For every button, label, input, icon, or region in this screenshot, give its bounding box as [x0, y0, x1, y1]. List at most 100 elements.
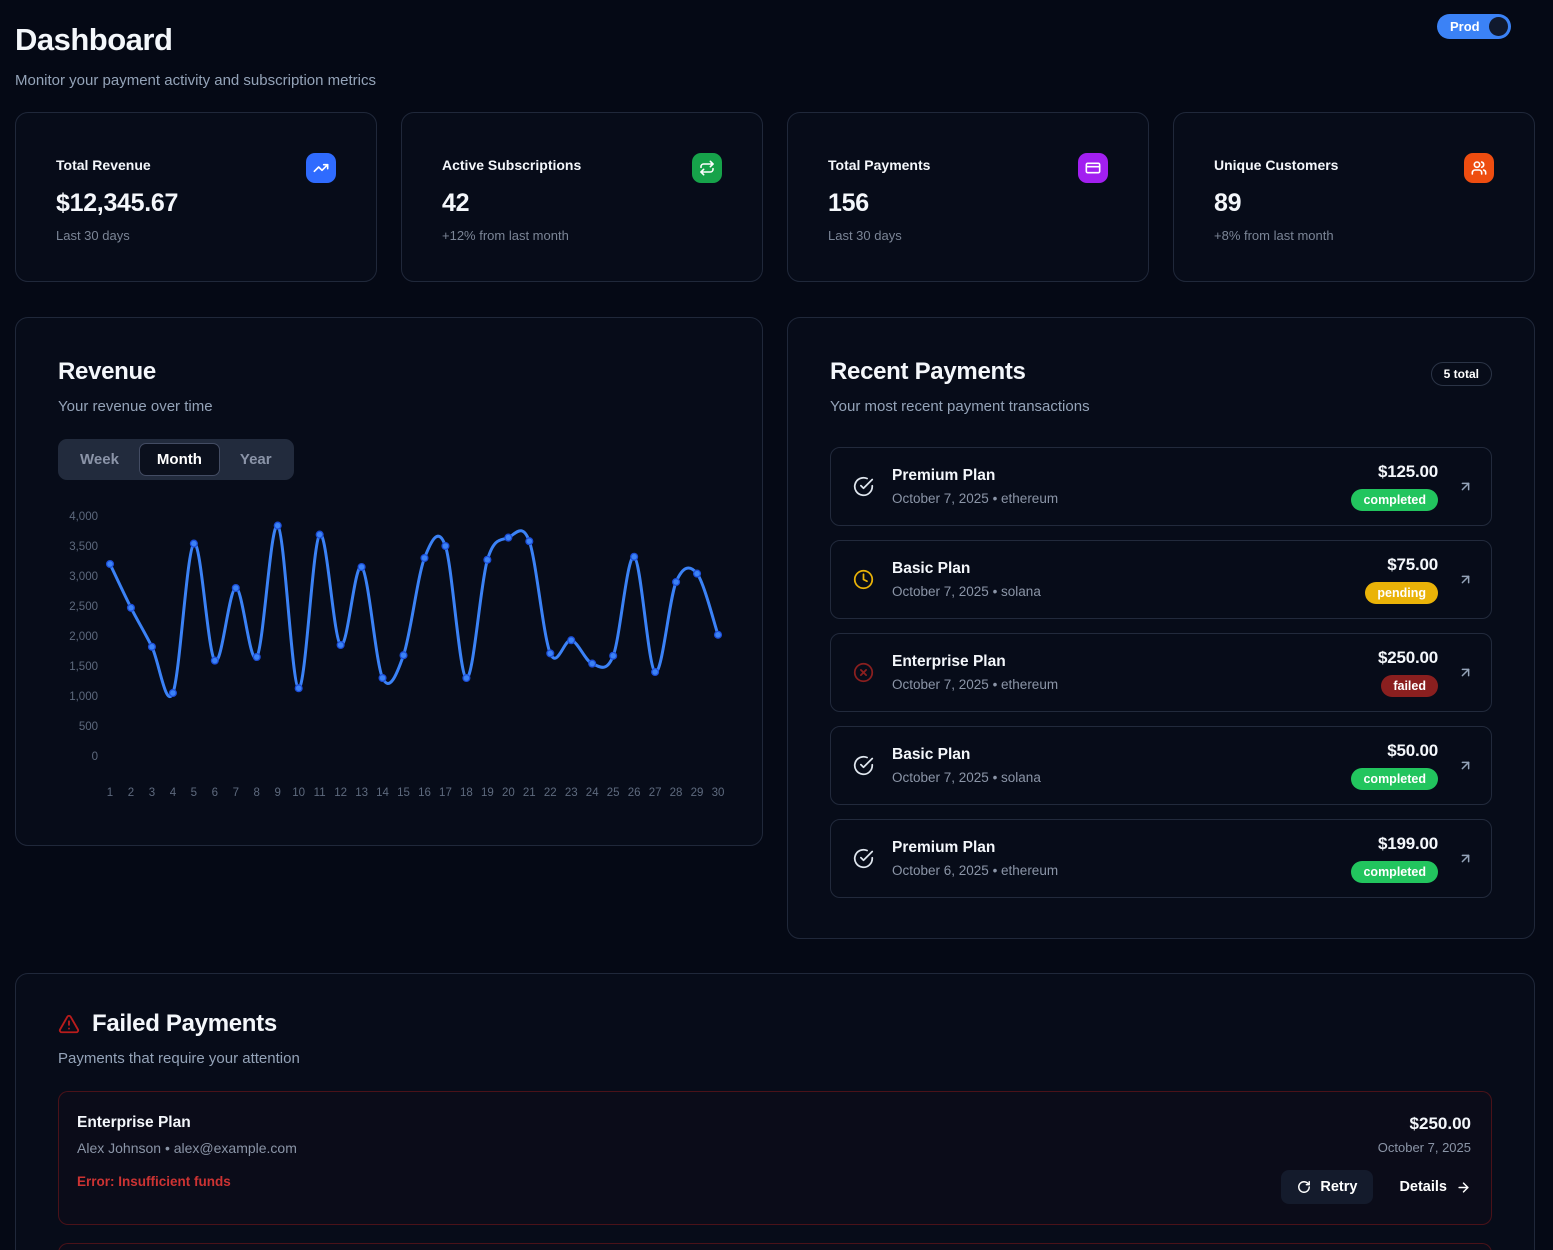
payment-row[interactable]: Basic Plan October 7, 2025 • solana $50.…: [830, 726, 1492, 805]
svg-text:8: 8: [254, 787, 260, 799]
svg-text:1,500: 1,500: [69, 661, 98, 673]
stat-label: Unique Customers: [1214, 157, 1494, 173]
arrow-up-right-icon[interactable]: [1458, 572, 1473, 587]
stat-caption: Last 30 days: [56, 228, 336, 243]
stat-label: Active Subscriptions: [442, 157, 722, 173]
tab-year[interactable]: Year: [222, 443, 290, 476]
svg-text:4,000: 4,000: [69, 511, 98, 523]
svg-text:23: 23: [565, 787, 578, 799]
revenue-title: Revenue: [58, 358, 720, 386]
users-icon: [1464, 153, 1494, 183]
range-tabs: Week Month Year: [58, 439, 294, 480]
svg-text:1: 1: [107, 787, 113, 799]
svg-text:10: 10: [292, 787, 305, 799]
failed-customer: Alex Johnson • alex@example.com: [77, 1140, 297, 1156]
stat-caption: +12% from last month: [442, 228, 722, 243]
check-circle-icon: [853, 476, 874, 497]
failed-error-text: Error: Insufficient funds: [77, 1174, 297, 1189]
svg-text:0: 0: [92, 751, 98, 763]
recent-payments-subtitle: Your most recent payment transactions: [830, 398, 1492, 415]
x-circle-icon: [853, 662, 874, 683]
svg-text:24: 24: [586, 787, 599, 799]
svg-text:500: 500: [79, 721, 98, 733]
failed-actions: Retry Details: [1281, 1170, 1471, 1204]
svg-text:16: 16: [418, 787, 431, 799]
payment-plan: Premium Plan: [892, 839, 1058, 857]
svg-text:2: 2: [128, 787, 134, 799]
payment-row[interactable]: Premium Plan October 6, 2025 • ethereum …: [830, 819, 1492, 898]
payment-plan: Premium Plan: [892, 467, 1058, 485]
stat-value: 156: [828, 189, 1108, 218]
svg-text:3,500: 3,500: [69, 541, 98, 553]
svg-text:6: 6: [212, 787, 218, 799]
payment-meta: October 7, 2025 • ethereum: [892, 491, 1058, 506]
payment-amount-block: $125.00 completed: [1351, 462, 1438, 511]
payments-list: Premium Plan October 7, 2025 • ethereum …: [830, 447, 1492, 898]
arrow-up-right-icon[interactable]: [1458, 851, 1473, 866]
payment-meta: October 7, 2025 • solana: [892, 584, 1041, 599]
clock-icon: [853, 569, 874, 590]
payment-amount: $199.00: [1378, 834, 1438, 854]
svg-text:28: 28: [670, 787, 683, 799]
payment-row[interactable]: Enterprise Plan October 7, 2025 • ethere…: [830, 633, 1492, 712]
payment-status-badge: completed: [1351, 489, 1438, 511]
stat-card-active-subscriptions: Active Subscriptions 42 +12% from last m…: [401, 112, 763, 282]
failed-amount: $250.00: [1410, 1114, 1471, 1134]
svg-text:3: 3: [149, 787, 155, 799]
failed-payment-info: Enterprise Plan Alex Johnson • alex@exam…: [77, 1114, 297, 1204]
retry-button[interactable]: Retry: [1281, 1170, 1373, 1204]
details-button[interactable]: Details: [1399, 1179, 1471, 1195]
arrow-up-right-icon[interactable]: [1458, 665, 1473, 680]
svg-text:4: 4: [170, 787, 177, 799]
tab-week[interactable]: Week: [62, 443, 137, 476]
failed-payment-meta: $250.00 October 7, 2025 Retry Details: [1281, 1114, 1471, 1204]
payment-amount: $250.00: [1378, 648, 1438, 668]
revenue-card: Revenue Your revenue over time Week Mont…: [15, 317, 763, 846]
dashboard-page: Dashboard Monitor your payment activity …: [0, 0, 1553, 1250]
details-label: Details: [1399, 1179, 1447, 1195]
main-grid: Revenue Your revenue over time Week Mont…: [15, 317, 1535, 939]
payment-row[interactable]: Premium Plan October 7, 2025 • ethereum …: [830, 447, 1492, 526]
recent-payments-title: Recent Payments: [830, 358, 1492, 386]
payment-meta: October 6, 2025 • ethereum: [892, 863, 1058, 878]
page-subtitle: Monitor your payment activity and subscr…: [15, 72, 376, 89]
svg-text:19: 19: [481, 787, 494, 799]
stat-caption: +8% from last month: [1214, 228, 1494, 243]
stat-caption: Last 30 days: [828, 228, 1108, 243]
arrow-up-right-icon[interactable]: [1458, 758, 1473, 773]
payment-row[interactable]: Basic Plan October 7, 2025 • solana $75.…: [830, 540, 1492, 619]
payment-amount: $75.00: [1387, 555, 1438, 575]
svg-text:13: 13: [355, 787, 368, 799]
payment-meta: October 7, 2025 • ethereum: [892, 677, 1058, 692]
stat-card-unique-customers: Unique Customers 89 +8% from last month: [1173, 112, 1535, 282]
arrow-up-right-icon[interactable]: [1458, 479, 1473, 494]
failed-payments-header: Failed Payments: [58, 1010, 1492, 1038]
svg-text:18: 18: [460, 787, 473, 799]
svg-text:15: 15: [397, 787, 410, 799]
svg-text:14: 14: [376, 787, 389, 799]
stats-grid: Total Revenue $12,345.67 Last 30 days Ac…: [15, 112, 1535, 282]
failed-payments-title: Failed Payments: [92, 1010, 277, 1038]
tab-month[interactable]: Month: [139, 443, 220, 476]
stat-label: Total Payments: [828, 157, 1108, 173]
payment-meta: October 7, 2025 • solana: [892, 770, 1041, 785]
svg-text:2,000: 2,000: [69, 631, 98, 643]
recent-payments-card: Recent Payments 5 total Your most recent…: [787, 317, 1535, 939]
payment-amount-block: $250.00 failed: [1378, 648, 1438, 697]
payment-plan: Enterprise Plan: [892, 653, 1058, 671]
svg-text:9: 9: [275, 787, 281, 799]
total-count-badge: 5 total: [1431, 362, 1492, 386]
stat-card-total-payments: Total Payments 156 Last 30 days: [787, 112, 1149, 282]
svg-text:21: 21: [523, 787, 536, 799]
payment-status-badge: pending: [1365, 582, 1438, 604]
stat-label: Total Revenue: [56, 157, 336, 173]
svg-text:20: 20: [502, 787, 515, 799]
payment-amount-block: $50.00 completed: [1351, 741, 1438, 790]
payment-info: Basic Plan October 7, 2025 • solana: [892, 746, 1041, 785]
payment-plan: Basic Plan: [892, 746, 1041, 764]
payment-status-badge: completed: [1351, 861, 1438, 883]
payment-status-badge: failed: [1381, 675, 1438, 697]
environment-toggle[interactable]: Prod: [1437, 14, 1511, 39]
failed-payments-card: Failed Payments Payments that require yo…: [15, 973, 1535, 1250]
svg-text:5: 5: [191, 787, 197, 799]
